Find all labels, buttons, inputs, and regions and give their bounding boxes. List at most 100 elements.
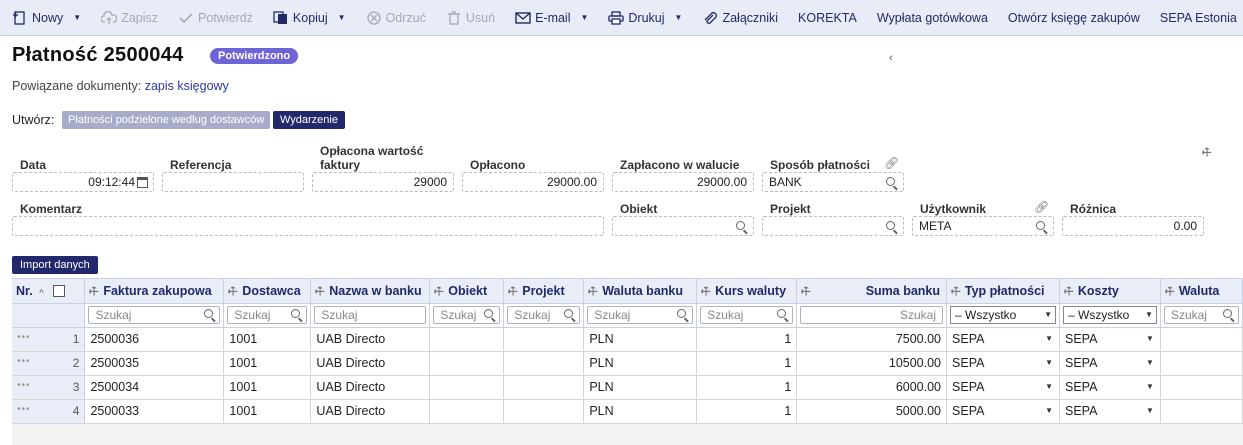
print-button[interactable]: Drukuj ▼ [608, 11, 682, 25]
pin-icon[interactable]: ⚒ [86, 283, 102, 299]
cell-waluta-banku[interactable]: PLN [583, 375, 698, 400]
confirm-button[interactable]: Potwierdź [178, 11, 253, 25]
search-icon[interactable] [736, 221, 745, 230]
pin-icon[interactable]: ⚒ [948, 283, 964, 299]
cell-typ[interactable]: SEPA ▼ [946, 375, 1060, 400]
project-field[interactable] [762, 216, 904, 236]
search-icon[interactable] [1223, 309, 1232, 318]
search-icon[interactable] [204, 309, 214, 318]
row-handle[interactable]: ••• 1 [12, 327, 86, 352]
cash-payout-button[interactable]: Wypłata gotówkowa [877, 11, 988, 25]
row-menu-icon[interactable]: ••• [17, 404, 31, 415]
cell-typ[interactable]: SEPA ▼ [946, 399, 1060, 424]
pin-icon[interactable]: ⚒ [1162, 283, 1177, 299]
cell-dostawca[interactable]: 1001 [223, 375, 312, 400]
cell-nazwa[interactable]: UAB Directo [310, 399, 431, 424]
chevron-down-icon[interactable]: ▼ [580, 13, 588, 22]
cell-projekt[interactable] [503, 375, 585, 400]
column-header-kurs[interactable]: ⚒Kurs waluty [696, 279, 798, 304]
search-icon[interactable] [886, 177, 895, 186]
cell-obiekt[interactable] [429, 327, 505, 352]
cell-faktura[interactable]: 2500035 [84, 351, 225, 376]
related-document-link[interactable]: zapis księgowy [145, 79, 229, 93]
email-button[interactable]: E-mail ▼ [515, 11, 588, 25]
cell-kurs[interactable]: 1 [696, 327, 798, 352]
chevron-down-icon[interactable]: ▼ [675, 13, 683, 22]
filter-waluta-banku-input[interactable]: Szukaj [587, 306, 694, 324]
cell-nazwa[interactable]: UAB Directo [310, 375, 431, 400]
table-row[interactable]: ••• 1 2500036 1001 UAB Directo PLN 1 7500.00 SEP… [12, 327, 1243, 352]
pin-icon[interactable]: ⚒ [431, 283, 447, 299]
comment-field[interactable] [12, 216, 604, 236]
pin-icon[interactable]: ⚒ [312, 283, 328, 299]
column-header-obiekt[interactable]: ⚒Obiekt [429, 279, 505, 304]
cell-waluta[interactable] [1160, 399, 1243, 424]
cell-koszty[interactable]: SEPA ▼ [1059, 327, 1161, 352]
user-field[interactable]: META [912, 216, 1054, 236]
cell-nazwa[interactable]: UAB Directo [310, 327, 431, 352]
cell-kurs[interactable]: 1 [696, 399, 798, 424]
cell-waluta-banku[interactable]: PLN [583, 399, 698, 424]
row-handle[interactable]: ••• 3 [12, 375, 86, 400]
sort-icon[interactable]: ^ [39, 288, 44, 297]
cell-faktura[interactable]: 2500033 [84, 399, 225, 424]
difference-field[interactable]: 0.00 [1062, 216, 1204, 236]
cell-dostawca[interactable]: 1001 [223, 327, 312, 352]
copy-button[interactable]: Kopiuj ▼ [273, 11, 346, 25]
column-header-projekt[interactable]: ⚒Projekt [503, 279, 585, 304]
cell-obiekt[interactable] [429, 351, 505, 376]
filter-projekt-input[interactable]: Szukaj [507, 306, 581, 324]
search-icon[interactable] [564, 309, 574, 318]
column-header-faktura[interactable]: ⚒Faktura zakupowa [84, 279, 225, 304]
cell-obiekt[interactable] [429, 375, 505, 400]
cell-obiekt[interactable] [429, 399, 505, 424]
cell-dostawca[interactable]: 1001 [223, 399, 312, 424]
cell-suma[interactable]: 10500.00 [796, 351, 948, 376]
cell-typ[interactable]: SEPA ▼ [946, 351, 1060, 376]
date-field[interactable]: 09:12:44 [12, 172, 154, 192]
filter-suma-input[interactable]: Szukaj [800, 306, 944, 324]
reference-field[interactable] [162, 172, 304, 192]
column-header-dostawca[interactable]: ⚒Dostawca [223, 279, 312, 304]
pin-icon[interactable]: ⚒ [798, 283, 814, 299]
row-menu-icon[interactable]: ••• [17, 380, 31, 391]
table-row[interactable]: ••• 4 2500033 1001 UAB Directo PLN 1 5000.00 SEP… [12, 399, 1243, 424]
cell-suma[interactable]: 5000.00 [796, 399, 948, 424]
row-handle[interactable]: ••• 4 [12, 399, 86, 424]
column-header-nazwa[interactable]: ⚒Nazwa w banku [310, 279, 431, 304]
search-icon[interactable] [291, 309, 301, 318]
filter-dostawca-input[interactable]: Szukaj [227, 306, 308, 324]
column-header-nr[interactable]: Nr. ^ [12, 279, 86, 304]
cell-waluta-banku[interactable]: PLN [583, 351, 698, 376]
filter-typ-select[interactable]: – Wszystko ▼ [950, 306, 1056, 324]
cell-suma[interactable]: 7500.00 [796, 327, 948, 352]
column-header-typ[interactable]: ⚒Typ płatności [946, 279, 1060, 304]
filter-kurs-input[interactable]: Szukaj [700, 306, 794, 324]
payment-method-field[interactable]: BANK [762, 172, 904, 192]
cell-projekt[interactable] [503, 351, 585, 376]
correction-button[interactable]: KOREKTA [798, 11, 857, 25]
new-button[interactable]: Nowy ▼ [12, 11, 81, 25]
row-menu-icon[interactable]: ••• [17, 332, 31, 343]
object-field[interactable] [612, 216, 754, 236]
cell-dostawca[interactable]: 1001 [223, 351, 312, 376]
cell-koszty[interactable]: SEPA ▼ [1059, 375, 1161, 400]
link-icon[interactable]: 🔗︎ [884, 156, 899, 170]
search-icon[interactable] [1036, 221, 1045, 230]
cell-koszty[interactable]: SEPA ▼ [1059, 399, 1161, 424]
attachments-button[interactable]: Załączniki [702, 11, 778, 25]
row-menu-icon[interactable]: ••• [17, 356, 31, 367]
column-header-suma[interactable]: ⚒ Suma banku [796, 279, 948, 304]
save-button[interactable]: Zapisz [100, 10, 158, 25]
event-button[interactable]: Wydarzenie [273, 111, 345, 129]
filter-faktura-input[interactable]: Szukaj [88, 306, 221, 324]
table-row[interactable]: ••• 3 2500034 1001 UAB Directo PLN 1 6000.00 SEP… [12, 375, 1243, 400]
cell-kurs[interactable]: 1 [696, 375, 798, 400]
select-all-checkbox[interactable] [53, 285, 66, 298]
column-header-waluta[interactable]: ⚒Waluta [1160, 279, 1243, 304]
paid-invoice-value-field[interactable]: 29000 [312, 172, 454, 192]
pin-icon[interactable]: ⚒ [698, 283, 714, 299]
filter-waluta-input[interactable]: Szukaj [1163, 306, 1239, 324]
chevron-down-icon[interactable]: ▼ [338, 13, 346, 22]
search-icon[interactable] [777, 309, 787, 318]
